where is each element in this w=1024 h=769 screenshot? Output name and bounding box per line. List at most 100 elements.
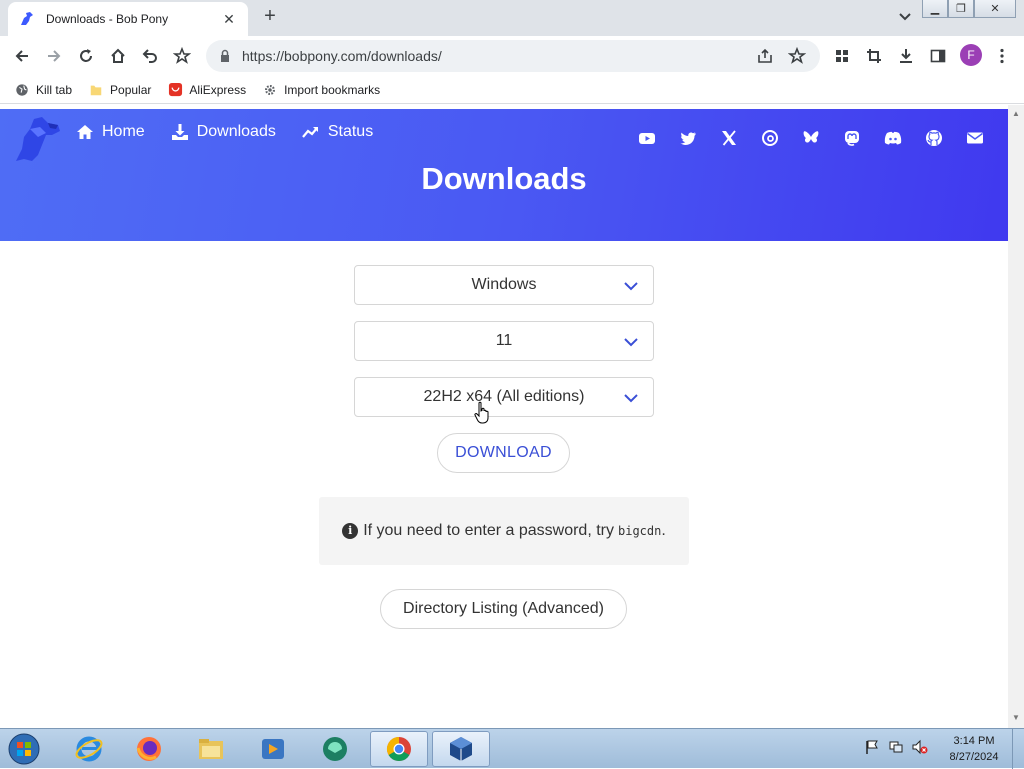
bluesky-icon[interactable]	[800, 127, 822, 149]
bookmark-label: Import bookmarks	[284, 82, 381, 97]
build-select[interactable]: 22H2 x64 (All editions)	[354, 377, 654, 417]
share-icon[interactable]	[756, 47, 774, 65]
tab-title: Downloads - Bob Pony	[46, 12, 169, 26]
page-scrollbar[interactable]: ▲ ▼	[1008, 105, 1024, 728]
show-desktop-button[interactable]	[1012, 729, 1024, 769]
taskbar-explorer[interactable]	[182, 731, 240, 767]
network-icon[interactable]	[888, 739, 904, 755]
bookmark-aliexpress[interactable]: AliExpress	[167, 82, 246, 98]
tab-close-icon[interactable]: ✕	[220, 11, 238, 28]
side-panel-icon[interactable]	[928, 46, 948, 66]
minimize-button[interactable]: ▁	[922, 0, 948, 18]
taskbar-app[interactable]	[306, 731, 364, 767]
taskbar-chrome[interactable]	[370, 731, 428, 767]
nav-home-label: Home	[102, 123, 145, 140]
folder-icon	[88, 82, 104, 98]
github-icon[interactable]	[923, 127, 945, 149]
action-center-flag-icon[interactable]	[864, 739, 880, 755]
url-text[interactable]: https://bobpony.com/downloads/	[242, 48, 756, 64]
globe-icon	[14, 82, 30, 98]
extensions-grid-icon[interactable]	[832, 46, 852, 66]
taskbar-firefox[interactable]	[120, 731, 178, 767]
main-nav: Home Downloads Status	[76, 123, 399, 141]
nav-status-label: Status	[327, 123, 374, 140]
hand-cursor-icon	[474, 401, 489, 424]
twitter-icon[interactable]	[677, 127, 699, 149]
lock-icon	[221, 49, 229, 62]
password-notice: i If you need to enter a password, try b…	[319, 497, 689, 565]
volume-muted-icon[interactable]	[912, 739, 928, 755]
bookmark-popular[interactable]: Popular	[88, 82, 151, 98]
crop-icon[interactable]	[864, 46, 884, 66]
chrome-icon	[386, 737, 411, 762]
threads-icon[interactable]	[759, 127, 781, 149]
email-icon[interactable]	[964, 127, 986, 149]
nav-downloads[interactable]: Downloads	[171, 123, 276, 141]
bookmark-import[interactable]: Import bookmarks	[262, 82, 380, 98]
download-icon[interactable]	[896, 46, 916, 66]
bookmarks-bar: Kill tab Popular AliExpress Import bookm…	[0, 76, 1024, 104]
version-select[interactable]: 11	[354, 321, 654, 361]
bookmark-label: Kill tab	[36, 82, 73, 97]
file-explorer-icon	[199, 739, 223, 759]
gear-icon	[262, 82, 278, 98]
discord-icon[interactable]	[882, 127, 904, 149]
system-tray	[864, 739, 936, 755]
back-icon[interactable]	[12, 46, 32, 66]
scroll-up-arrow-icon[interactable]: ▲	[1012, 109, 1020, 118]
notice-end: .	[661, 522, 666, 539]
omnibox-star-icon[interactable]	[788, 47, 806, 65]
taskbar-virtualbox[interactable]	[432, 731, 490, 767]
taskbar-media-player[interactable]	[244, 731, 302, 767]
browser-tab[interactable]: Downloads - Bob Pony ✕	[8, 2, 248, 36]
x-icon[interactable]	[718, 127, 740, 149]
firefox-icon	[136, 737, 161, 761]
address-bar[interactable]: https://bobpony.com/downloads/	[206, 40, 820, 72]
site-header: Home Downloads Status Downloads	[0, 109, 1008, 241]
bookmark-kill-tab[interactable]: Kill tab	[14, 82, 72, 98]
social-links	[617, 127, 986, 149]
page-title: Downloads	[421, 161, 587, 196]
media-player-icon	[262, 739, 284, 759]
notice-code: bigcdn	[618, 524, 662, 538]
download-button[interactable]: DOWNLOAD	[437, 433, 570, 473]
menu-kebab-icon[interactable]	[992, 46, 1012, 66]
download-icon	[171, 124, 188, 140]
scroll-down-arrow-icon[interactable]: ▼	[1012, 713, 1020, 722]
chevron-down-icon	[624, 282, 638, 291]
bookmark-star-icon[interactable]	[172, 46, 192, 66]
taskbar-clock[interactable]: 3:14 PM 8/27/2024	[940, 733, 1008, 765]
forward-icon[interactable]	[44, 46, 64, 66]
os-select[interactable]: Windows	[354, 265, 654, 305]
aliexpress-icon	[167, 82, 183, 98]
tab-search-chevron-icon[interactable]	[896, 8, 914, 26]
bookmark-label: AliExpress	[189, 82, 247, 97]
chevron-down-icon	[624, 394, 638, 403]
bobpony-favicon-icon	[21, 12, 33, 25]
notice-text: If you need to enter a password, try	[363, 522, 614, 539]
clock-date: 8/27/2024	[949, 751, 999, 763]
mastodon-icon[interactable]	[841, 127, 863, 149]
directory-listing-button[interactable]: Directory Listing (Advanced)	[380, 589, 627, 629]
window-close-button[interactable]: ✕	[974, 0, 1016, 18]
green-app-icon	[323, 737, 347, 761]
browser-toolbar: https://bobpony.com/downloads/ F	[0, 36, 1024, 76]
new-tab-button[interactable]: +	[258, 5, 282, 29]
youtube-icon[interactable]	[636, 127, 658, 149]
version-select-value: 11	[495, 332, 513, 349]
window-controls: ▁ ❐ ✕	[922, 0, 1016, 18]
build-select-value: 22H2 x64 (All editions)	[423, 388, 585, 405]
tab-strip: Downloads - Bob Pony ✕ + ▁ ❐ ✕	[0, 0, 1024, 36]
nav-status[interactable]: Status	[301, 123, 374, 141]
profile-avatar[interactable]: F	[960, 44, 982, 66]
home-icon[interactable]	[108, 46, 128, 66]
bobpony-logo-icon[interactable]	[12, 115, 66, 165]
start-button-icon[interactable]	[6, 732, 42, 766]
nav-home[interactable]: Home	[76, 123, 145, 141]
clock-time: 3:14 PM	[953, 735, 995, 747]
restore-button[interactable]: ❐	[948, 0, 974, 18]
os-select-value: Windows	[471, 276, 537, 293]
taskbar-ie[interactable]	[60, 731, 118, 767]
undo-icon[interactable]	[140, 46, 160, 66]
reload-icon[interactable]	[76, 46, 96, 66]
